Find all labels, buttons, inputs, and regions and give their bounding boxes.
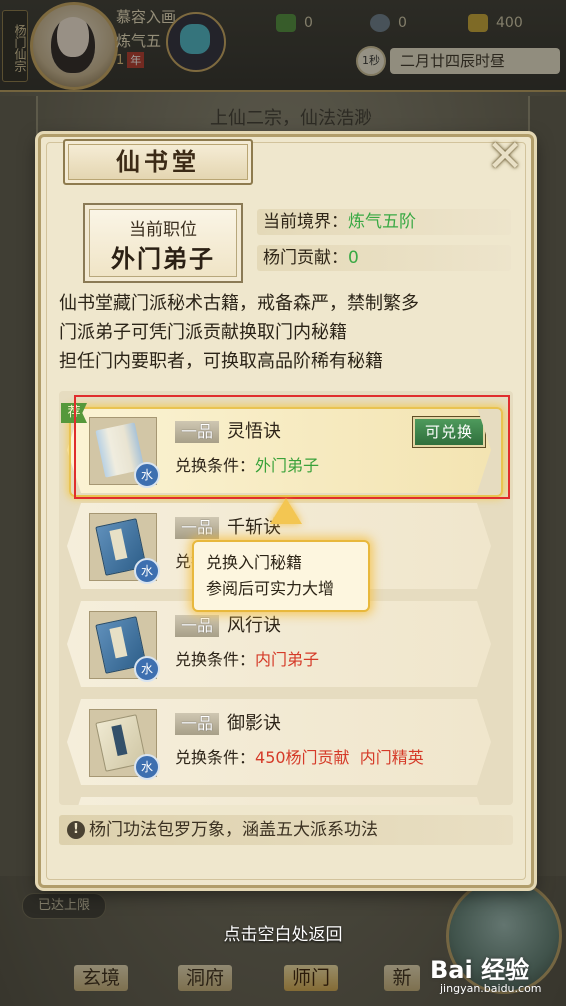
book-item-yuying[interactable]: 水 一品 御影诀 兑换条件：450杨门贡献 内门精英 <box>67 699 491 785</box>
realm-row: 当前境界：炼气五阶 <box>257 209 511 235</box>
book-item-partial[interactable] <box>67 797 491 805</box>
condition-label: 兑换条件： <box>175 748 256 767</box>
exchange-condition: 兑换条件：450杨门贡献 内门精英 <box>175 747 424 769</box>
condition-value: 450杨门贡献 <box>255 748 350 767</box>
realm-value: 炼气五阶 <box>348 212 416 232</box>
grade-tag: 一品 <box>175 421 219 443</box>
contribution-value: 0 <box>348 248 359 268</box>
book-item-linwu[interactable]: 水 一品 灵悟诀 兑换条件：外门弟子 可兑换 <box>67 407 491 493</box>
description-line: 担任门内要职者，可换取高品阶稀有秘籍 <box>59 351 383 372</box>
close-button[interactable]: ✕ <box>485 135 525 179</box>
condition-label: 兑换条件： <box>175 650 256 669</box>
position-value: 外门弟子 <box>111 244 215 273</box>
book-name: 风行诀 <box>227 615 281 636</box>
book-name: 灵悟诀 <box>227 421 281 442</box>
condition-value: 外门弟子 <box>255 456 320 475</box>
book-name: 御影诀 <box>227 713 281 734</box>
grade-tag: 一品 <box>175 517 219 539</box>
book-item-fengxing[interactable]: 水 一品 风行诀 兑换条件：内门弟子 <box>67 601 491 687</box>
tap-to-return-hint: 点击空白处返回 <box>223 925 343 945</box>
close-icon: ✕ <box>486 131 524 182</box>
water-element-badge: 水 <box>134 462 160 488</box>
dialog-title: 仙书堂 <box>63 139 253 185</box>
water-element-badge: 水 <box>134 754 160 780</box>
tooltip-line: 兑换入门秘籍 <box>206 553 303 572</box>
contribution-label: 杨门贡献： <box>263 248 348 268</box>
description-line: 仙书堂藏门派秘术古籍，戒备森严，禁制繁多 <box>59 293 419 314</box>
book-thumbnail: 水 <box>89 611 157 679</box>
exchange-condition: 兑换条件：外门弟子 <box>175 455 319 477</box>
condition-value: 内门精英 <box>359 748 424 767</box>
contribution-row: 杨门贡献：0 <box>257 245 511 271</box>
book-thumbnail: 水 <box>89 417 157 485</box>
position-label: 当前职位 <box>129 220 197 240</box>
notice-bar: ! 杨门功法包罗万象，涵盖五大派系功法 <box>59 815 513 845</box>
exchange-button[interactable]: 可兑换 <box>413 417 485 447</box>
info-icon: ! <box>67 821 85 839</box>
tooltip-arrow <box>270 498 302 524</box>
book-thumbnail: 水 <box>89 709 157 777</box>
water-element-badge: 水 <box>134 558 160 584</box>
tooltip-line: 参阅后可实力大增 <box>206 579 335 598</box>
watermark-logo: Bai 经验 <box>430 956 530 984</box>
exchange-condition: 兑换条件：内门弟子 <box>175 649 319 671</box>
condition-label: 兑换条件： <box>175 456 256 475</box>
book-thumbnail: 水 <box>89 513 157 581</box>
realm-label: 当前境界： <box>263 212 348 232</box>
position-card: 当前职位 外门弟子 <box>83 203 243 283</box>
watermark-url: jingyan.baidu.com <box>440 982 542 995</box>
grade-tag: 一品 <box>175 713 219 735</box>
condition-value: 内门弟子 <box>255 650 320 669</box>
notice-text: 杨门功法包罗万象，涵盖五大派系功法 <box>89 820 378 840</box>
hall-description: 仙书堂藏门派秘术古籍，戒备森严，禁制繁多 门派弟子可凭门派贡献换取门内秘籍 担任… <box>59 289 515 376</box>
water-element-badge: 水 <box>134 656 160 682</box>
grade-tag: 一品 <box>175 615 219 637</box>
description-line: 门派弟子可凭门派贡献换取门内秘籍 <box>59 322 347 343</box>
tutorial-tooltip: 兑换入门秘籍 参阅后可实力大增 <box>192 540 370 612</box>
